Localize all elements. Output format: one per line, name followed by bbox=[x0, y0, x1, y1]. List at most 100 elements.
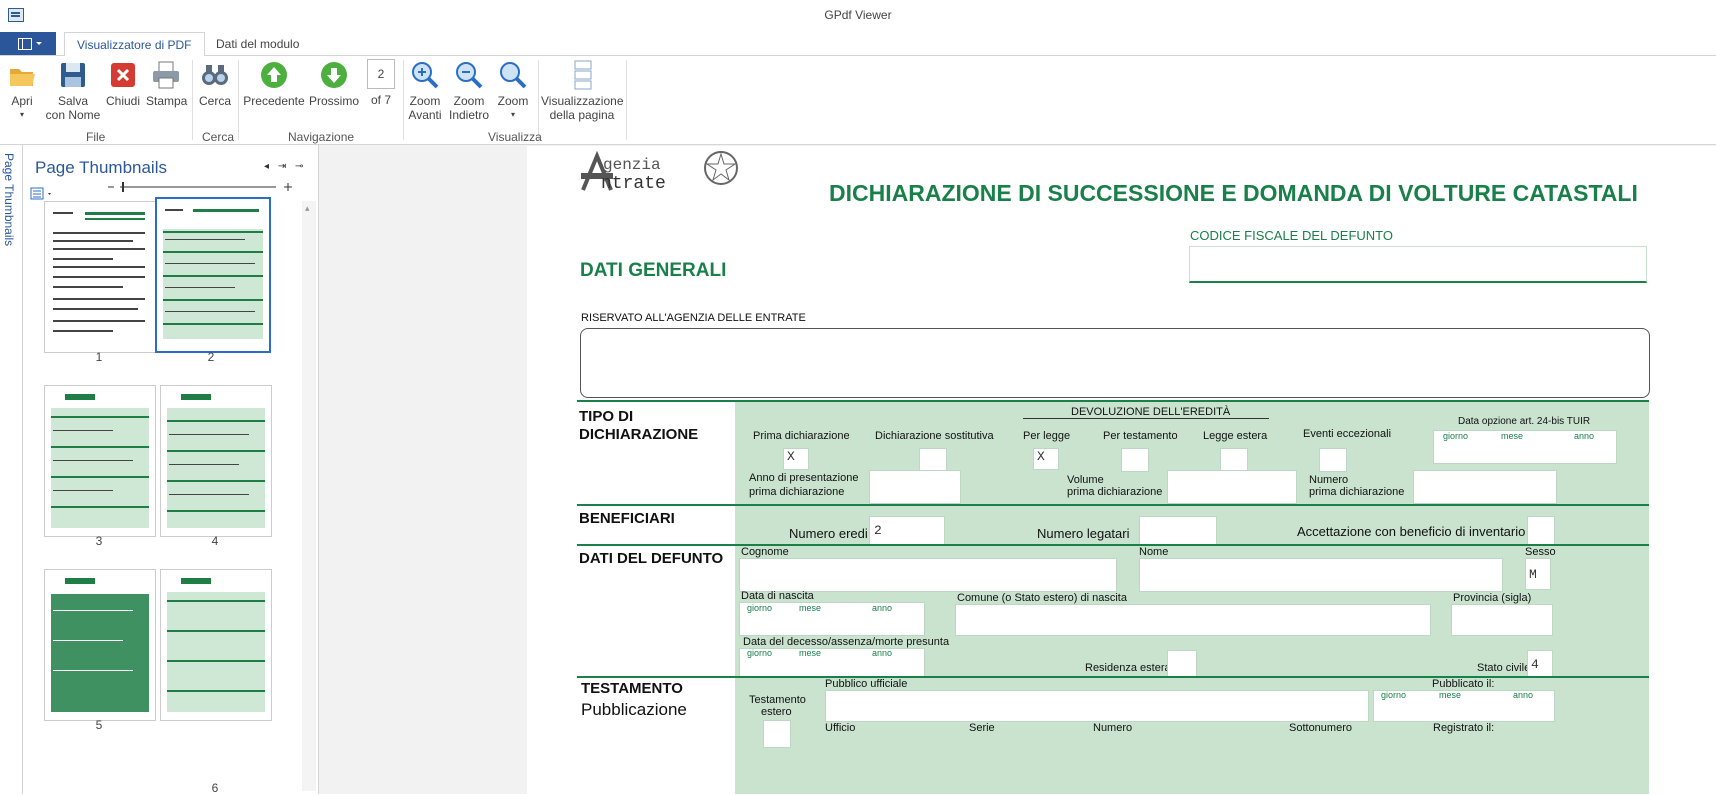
cognome-field[interactable] bbox=[739, 558, 1117, 592]
next-page-button[interactable]: Prossimo bbox=[308, 60, 360, 108]
sesso-field[interactable]: M bbox=[1525, 558, 1551, 590]
close-button[interactable]: Chiudi bbox=[104, 60, 142, 108]
save-as-button[interactable]: Salva con Nome bbox=[42, 60, 104, 122]
residenza-label: Residenza estera bbox=[1085, 662, 1171, 674]
zoom-in-label-1: Zoom bbox=[409, 94, 441, 108]
giorno-label: giorno bbox=[747, 603, 773, 613]
page-number-input[interactable]: 2 bbox=[367, 59, 395, 89]
thumbnail-page-number: 4 bbox=[211, 534, 219, 548]
save-as-label-2: con Nome bbox=[45, 108, 101, 122]
find-button[interactable]: Cerca bbox=[197, 60, 233, 108]
chevron-down-icon bbox=[36, 42, 42, 45]
panel-title: Page Thumbnails bbox=[35, 158, 167, 177]
previous-page-button[interactable]: Precedente bbox=[242, 60, 306, 108]
zoom-button[interactable]: Zoom ▾ bbox=[494, 60, 532, 122]
section-tipo-title-1: TIPO DI bbox=[579, 408, 634, 425]
page-thumbnail[interactable] bbox=[160, 569, 272, 721]
numero-eredi-field[interactable]: 2 bbox=[869, 516, 945, 546]
page-thumbnail[interactable] bbox=[44, 569, 156, 721]
thumbnail-page-number: 1 bbox=[95, 350, 103, 364]
section-beneficiari: BENEFICIARI bbox=[579, 510, 675, 527]
close-label: Chiudi bbox=[105, 94, 141, 108]
group-separator bbox=[538, 60, 539, 140]
pubblicazione-label: Pubblicazione bbox=[581, 700, 687, 719]
pdf-page[interactable]: genzia ntrate DICHIARAZIONE DI SUCCESSIO… bbox=[527, 146, 1716, 794]
section-testamento: TESTAMENTO bbox=[581, 680, 683, 697]
collapse-left-icon[interactable]: ◂ bbox=[264, 161, 269, 172]
page-view-label-2: della pagina bbox=[549, 108, 615, 122]
legge-estera-label: Legge estera bbox=[1203, 430, 1268, 442]
codice-fiscale-label: CODICE FISCALE DEL DEFUNTO bbox=[1190, 228, 1393, 243]
numero-label-2: prima dichiarazione bbox=[1309, 486, 1405, 498]
anno-presentazione-field[interactable] bbox=[869, 470, 961, 504]
magnifier-icon bbox=[498, 60, 528, 90]
stato-civile-label: Stato civile bbox=[1477, 662, 1531, 674]
zoom-in-icon bbox=[410, 60, 440, 90]
accettazione-label: Accettazione con beneficio di inventario bbox=[1297, 524, 1526, 539]
devoluzione-rule bbox=[1023, 418, 1269, 419]
logo-text-top: genzia bbox=[603, 156, 661, 174]
codice-fiscale-field[interactable] bbox=[1189, 246, 1647, 283]
group-navigation-label: Navigazione bbox=[288, 130, 355, 144]
numero-eredi-label: Numero eredi bbox=[789, 526, 868, 541]
comune-field[interactable] bbox=[955, 604, 1431, 636]
testamento-estero-checkbox[interactable] bbox=[763, 720, 791, 748]
data-nascita-label: Data di nascita bbox=[741, 590, 814, 602]
printer-icon bbox=[151, 60, 181, 90]
group-separator bbox=[626, 60, 627, 140]
dock-icon[interactable]: ⇥ bbox=[278, 161, 286, 172]
print-button[interactable]: Stampa bbox=[146, 60, 188, 108]
page-view-button[interactable]: Visualizzazione della pagina bbox=[541, 60, 624, 122]
numero-field[interactable] bbox=[1413, 470, 1557, 504]
prima-checkbox[interactable]: X bbox=[783, 448, 809, 470]
thumbnail-options-button[interactable] bbox=[30, 187, 52, 201]
print-label: Stampa bbox=[146, 94, 188, 108]
menu-icon bbox=[18, 38, 32, 50]
eventi-checkbox[interactable] bbox=[1319, 448, 1347, 472]
side-tab-strip: Page Thumbnails bbox=[0, 145, 23, 794]
tab-form-data[interactable]: Dati del modulo bbox=[204, 32, 311, 55]
serie-label: Serie bbox=[969, 722, 995, 734]
per-legge-checkbox[interactable]: X bbox=[1033, 448, 1059, 470]
zoom-in-button[interactable]: Zoom Avanti bbox=[406, 60, 444, 122]
stato-civile-field[interactable]: 4 bbox=[1527, 650, 1553, 678]
numero-legatari-label: Numero legatari bbox=[1037, 526, 1130, 541]
thumbnail-size-slider[interactable] bbox=[106, 179, 294, 195]
thumbnail-scrollbar[interactable]: ▴ bbox=[302, 201, 316, 791]
chevron-down-icon: ▾ bbox=[19, 110, 24, 119]
registrato-label: Registrato il: bbox=[1433, 722, 1495, 734]
side-tab-thumbnails[interactable]: Page Thumbnails bbox=[2, 153, 16, 246]
provincia-field[interactable] bbox=[1451, 604, 1553, 636]
zoom-out-button[interactable]: Zoom Indietro bbox=[446, 60, 492, 122]
sottonumero-label: Sottonumero bbox=[1289, 722, 1352, 734]
per-testamento-checkbox[interactable] bbox=[1121, 448, 1149, 472]
open-button[interactable]: Apri ▾ bbox=[4, 60, 40, 122]
scroll-up-icon[interactable]: ▴ bbox=[305, 203, 310, 214]
ribbon-tabs: Visualizzatore di PDF Dati del modulo bbox=[0, 32, 1716, 57]
anno-pres-label-1: Anno di presentazione bbox=[749, 472, 859, 484]
nome-field[interactable] bbox=[1139, 558, 1503, 592]
volume-label-2: prima dichiarazione bbox=[1067, 486, 1163, 498]
page-thumbnail[interactable] bbox=[44, 201, 156, 353]
title-bar: GPdf Viewer bbox=[0, 0, 1716, 33]
pin-icon[interactable]: ⊸ bbox=[295, 161, 303, 172]
volume-field[interactable] bbox=[1167, 470, 1297, 504]
legge-estera-checkbox[interactable] bbox=[1220, 448, 1248, 472]
page-count: of 7 bbox=[370, 93, 391, 107]
page-thumbnail-selected[interactable] bbox=[155, 197, 271, 353]
page-thumbnail[interactable] bbox=[160, 385, 272, 537]
data-opzione-label: Data opzione art. 24-bis TUIR bbox=[1458, 416, 1591, 427]
numero-testamento-label: Numero bbox=[1093, 722, 1133, 734]
eventi-label: Eventi eccezionali bbox=[1303, 428, 1392, 440]
riservato-box bbox=[580, 328, 1650, 398]
file-menu-button[interactable] bbox=[0, 32, 56, 55]
tab-pdf-viewer[interactable]: Visualizzatore di PDF bbox=[64, 32, 205, 57]
sostitutiva-checkbox[interactable] bbox=[919, 448, 947, 472]
zoom-out-label-2: Indietro bbox=[448, 108, 490, 122]
pubblico-ufficiale-field[interactable] bbox=[825, 690, 1369, 722]
mese-label: mese bbox=[799, 648, 822, 658]
page-view-label-1: Visualizzazione bbox=[541, 94, 624, 108]
page-thumbnail[interactable] bbox=[44, 385, 156, 537]
arrow-down-icon bbox=[319, 60, 349, 90]
previous-label: Precedente bbox=[243, 94, 305, 108]
